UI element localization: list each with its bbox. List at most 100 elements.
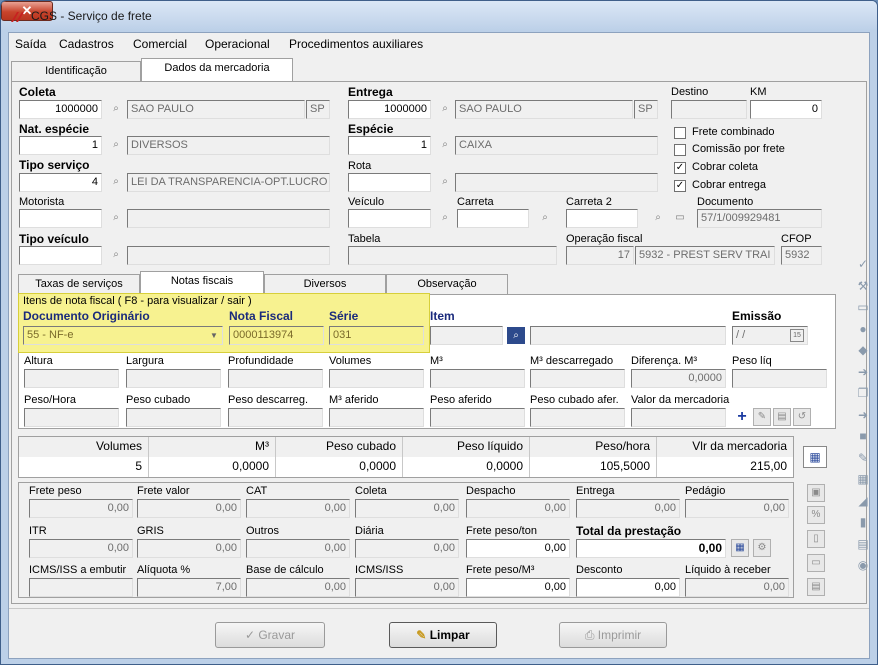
- tools-icon[interactable]: ⚒: [854, 277, 872, 295]
- nat-especie-code-field[interactable]: 1: [19, 136, 102, 155]
- calculator-icon[interactable]: ▦: [803, 446, 827, 468]
- circle-icon[interactable]: ●: [854, 320, 872, 338]
- menu-operacional[interactable]: Operacional: [205, 37, 270, 51]
- tab-dados-mercadoria[interactable]: Dados da mercadoria: [141, 58, 293, 81]
- total-prestacao-label: Total da prestação: [576, 524, 682, 538]
- menu-cadastros[interactable]: Cadastros: [59, 37, 114, 51]
- veiculo-search-icon[interactable]: ⌕: [436, 209, 454, 227]
- edit-item-icon[interactable]: ✎: [753, 408, 771, 426]
- cfop-field: 5932: [781, 246, 822, 265]
- copy-icon[interactable]: ❐: [854, 384, 872, 402]
- serie-field[interactable]: 031: [329, 326, 424, 345]
- item-desc-field: [530, 326, 726, 345]
- view-item-icon[interactable]: ▤: [773, 408, 791, 426]
- book-icon[interactable]: ▮: [854, 513, 872, 531]
- tax-calc-icon[interactable]: ▦: [731, 539, 749, 557]
- desconto-field[interactable]: 0,00: [576, 578, 680, 597]
- tax-detail-icon[interactable]: ⚙: [753, 539, 771, 557]
- calc-tool-icon[interactable]: ▣: [807, 484, 825, 502]
- base-calculo-label: Base de cálculo: [246, 564, 324, 576]
- percent-icon[interactable]: %: [807, 506, 825, 524]
- desconto-label: Desconto: [576, 564, 623, 576]
- frete-combinado-checkbox[interactable]: [674, 127, 686, 139]
- forward-icon[interactable]: ➜: [854, 406, 872, 424]
- gravar-button[interactable]: ✓ Gravar: [215, 622, 325, 648]
- pedagio-label: Pedágio: [685, 485, 726, 497]
- veiculo-field[interactable]: [348, 209, 431, 228]
- truck-icon[interactable]: ▭: [671, 209, 689, 227]
- nota-fiscal-field[interactable]: 0000113974: [229, 326, 324, 345]
- stamp-icon[interactable]: ■: [854, 427, 872, 445]
- total-prestacao-field: 0,00: [576, 539, 726, 558]
- tab-observacao[interactable]: Observação: [386, 274, 508, 294]
- document-icon[interactable]: ▯: [807, 530, 825, 548]
- documento-label: Documento: [697, 196, 754, 208]
- tipo-servico-code-field[interactable]: 4: [19, 173, 102, 192]
- tag-icon[interactable]: ◆: [854, 341, 872, 359]
- eraser-icon[interactable]: ◢: [854, 492, 872, 510]
- volumes-nf-label: Volumes: [329, 355, 372, 367]
- cobrar-entrega-checkbox[interactable]: ✓: [674, 180, 686, 192]
- export-icon[interactable]: ➔: [854, 363, 872, 381]
- coleta-search-icon[interactable]: ⌕: [107, 100, 125, 118]
- delete-item-icon[interactable]: ↺: [793, 408, 811, 426]
- ciot-icon[interactable]: ▭: [854, 298, 872, 316]
- entrega-search-icon[interactable]: ⌕: [436, 100, 454, 118]
- carreta2-field[interactable]: [566, 209, 638, 228]
- cat-field: 0,00: [246, 499, 350, 518]
- cobrar-coleta-checkbox[interactable]: ✓: [674, 162, 686, 174]
- frete-peso-m3-field[interactable]: 0,00: [466, 578, 570, 597]
- tab-diversos[interactable]: Diversos: [264, 274, 386, 294]
- nat-especie-search-icon[interactable]: ⌕: [107, 136, 125, 154]
- totals-peso-hora-value: 105,5000: [530, 457, 657, 477]
- volumes-nf-field: [329, 369, 424, 388]
- carreta-search-icon[interactable]: ⌕: [536, 209, 554, 227]
- km-field[interactable]: 0: [750, 100, 822, 119]
- add-item-button[interactable]: +: [735, 408, 749, 426]
- totals-header-peso-liquido: Peso líquido: [403, 437, 530, 457]
- list-doc-icon[interactable]: ▤: [807, 578, 825, 596]
- tab-identificacao[interactable]: Identificação: [11, 61, 141, 81]
- rota-search-icon[interactable]: ⌕: [436, 173, 454, 191]
- tab-notas-fiscais[interactable]: Notas fiscais: [140, 271, 264, 294]
- mascot-icon[interactable]: ◉: [854, 556, 872, 574]
- diferenca-m3-field: 0,0000: [631, 369, 726, 388]
- rota-code-field[interactable]: [348, 173, 431, 192]
- carreta2-search-icon[interactable]: ⌕: [649, 209, 667, 227]
- printer-icon: ⎙: [584, 628, 598, 642]
- menu-comercial[interactable]: Comercial: [133, 37, 187, 51]
- menu-procedimentos[interactable]: Procedimentos auxiliares: [289, 37, 423, 51]
- totals-peso-cubado-value: 0,0000: [276, 457, 403, 477]
- menu-saida[interactable]: Saída: [15, 37, 46, 51]
- outros-field: 0,00: [246, 539, 350, 558]
- tab-taxas-servicos[interactable]: Taxas de serviços: [18, 274, 140, 294]
- binoculars-icon[interactable]: ⌕: [507, 327, 525, 344]
- check-tool-icon[interactable]: ✓: [854, 255, 872, 273]
- frete-peso-ton-field[interactable]: 0,00: [466, 539, 570, 558]
- totals-header-m3: M³: [149, 437, 276, 457]
- tipo-veiculo-search-icon[interactable]: ⌕: [107, 246, 125, 264]
- totals-volumes-value: 5: [19, 457, 149, 477]
- report-icon[interactable]: ▤: [854, 535, 872, 553]
- coleta-code-field[interactable]: 1000000: [19, 100, 102, 119]
- especie-code-field[interactable]: 1: [348, 136, 431, 155]
- comissao-checkbox[interactable]: [674, 144, 686, 156]
- limpar-button[interactable]: ✎ Limpar: [389, 622, 497, 648]
- print-doc-icon[interactable]: ▭: [807, 554, 825, 572]
- edit-tool-icon[interactable]: ✎: [854, 449, 872, 467]
- calendar-icon[interactable]: 15: [790, 329, 804, 342]
- cat-label: CAT: [246, 485, 268, 497]
- imprimir-button[interactable]: ⎙ Imprimir: [559, 622, 667, 648]
- tipo-servico-search-icon[interactable]: ⌕: [107, 173, 125, 191]
- motorista-code-field[interactable]: [19, 209, 102, 228]
- carreta-field[interactable]: [457, 209, 529, 228]
- chevron-down-icon[interactable]: ▼: [207, 328, 221, 343]
- entrega-code-field[interactable]: 1000000: [348, 100, 431, 119]
- doc-origem-select[interactable]: 55 - NF-e: [23, 326, 223, 345]
- totals-vlr-mercadoria-value: 215,00: [657, 457, 793, 477]
- especie-search-icon[interactable]: ⌕: [436, 136, 454, 154]
- table-tool-icon[interactable]: ▦: [854, 470, 872, 488]
- tipo-veiculo-code-field[interactable]: [19, 246, 102, 265]
- altura-field: [24, 369, 119, 388]
- motorista-search-icon[interactable]: ⌕: [107, 209, 125, 227]
